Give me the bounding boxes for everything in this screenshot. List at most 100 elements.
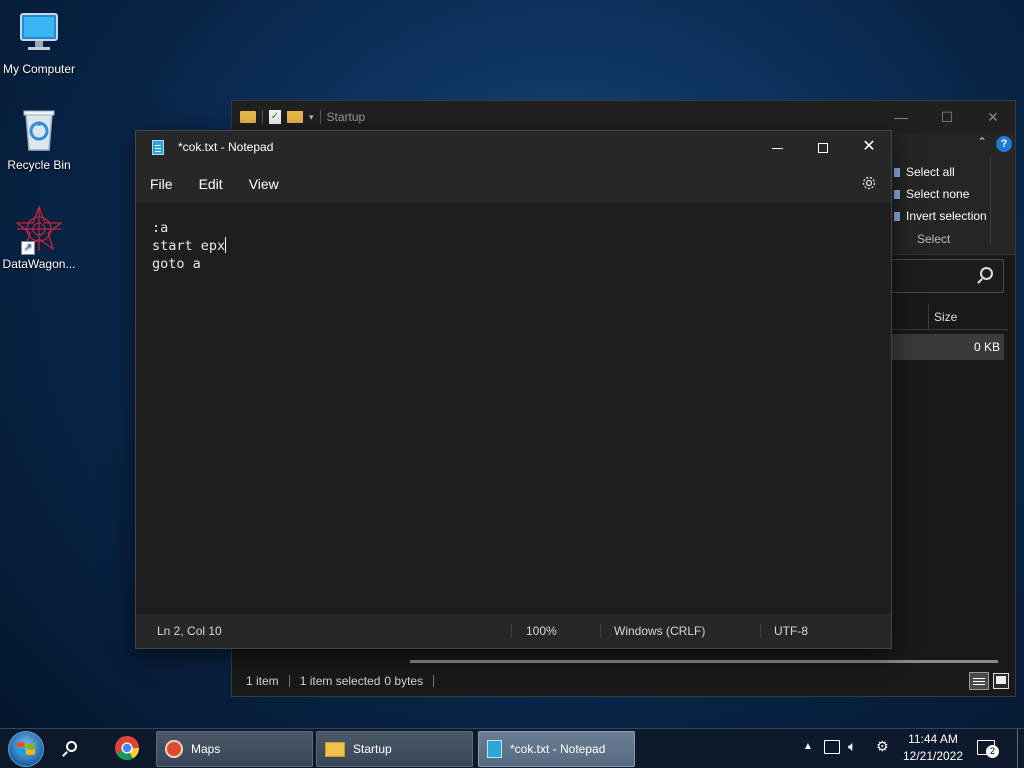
divider — [288, 675, 290, 687]
collapse-ribbon-icon[interactable]: ⌃ — [977, 135, 987, 149]
chrome-taskbar-button[interactable] — [114, 735, 142, 763]
show-hidden-icons-icon[interactable]: ▲ — [803, 741, 813, 752]
table-row[interactable]: 0 KB — [882, 334, 1004, 360]
help-icon[interactable]: ? — [996, 136, 1012, 152]
divider — [600, 624, 601, 638]
editor-line: start epx — [152, 238, 226, 254]
divider — [319, 110, 321, 124]
editor-line-with-caret: start epx — [152, 237, 875, 255]
status-selected-count: 1 item selected — [299, 674, 381, 688]
desktop-icon-label: Recycle Bin — [7, 158, 71, 172]
notepad-icon — [152, 139, 164, 155]
divider — [433, 675, 435, 687]
taskbar-button-label: *cok.txt - Notepad — [510, 742, 606, 756]
quick-access-dropdown-icon[interactable]: ▾ — [309, 112, 314, 123]
invert-selection-icon — [894, 211, 900, 221]
sliders-icon[interactable]: ⚙︎ — [876, 738, 889, 755]
folder-icon — [325, 741, 345, 757]
large-icons-view-icon[interactable] — [993, 673, 1009, 689]
invert-selection-button[interactable]: Invert selection — [894, 209, 987, 223]
file-size-cell: 0 KB — [973, 340, 1000, 354]
start-button[interactable] — [8, 731, 44, 767]
search-input[interactable] — [882, 259, 1004, 293]
action-center-button[interactable]: 2 — [977, 740, 999, 758]
text-editor[interactable]: :a start epx goto a — [136, 203, 891, 614]
taskbar-button-maps[interactable]: Maps — [156, 731, 313, 767]
taskbar: Maps Startup *cok.txt - Notepad ▲ 🔈︎ ⚙︎ … — [0, 728, 1024, 768]
explorer-minimize-button[interactable]: — — [878, 101, 924, 133]
notepad-maximize-button[interactable] — [800, 133, 846, 163]
editor-line: goto a — [152, 256, 201, 272]
ribbon-group-label: Select — [917, 232, 951, 246]
select-none-icon — [894, 189, 900, 199]
taskbar-button-startup[interactable]: Startup — [316, 731, 473, 767]
desktop-icon-recycle-bin[interactable]: Recycle Bin — [0, 106, 78, 172]
line-ending: Windows (CRLF) — [614, 624, 706, 638]
search-icon-handle — [977, 278, 983, 284]
maps-icon — [165, 740, 183, 758]
datawagon-icon: ↗ — [15, 205, 63, 255]
explorer-close-button[interactable]: ✕ — [970, 101, 1016, 133]
notepad-icon — [487, 740, 502, 758]
status-selected-bytes: 0 bytes — [384, 674, 424, 688]
volume-icon[interactable]: 🔈︎ — [848, 738, 856, 755]
select-none-label: Select none — [906, 187, 970, 201]
desktop-icon-label: My Computer — [2, 62, 76, 76]
details-view-icon[interactable] — [969, 672, 989, 690]
horizontal-scrollbar[interactable] — [410, 660, 998, 663]
desktop-icon-datawagon[interactable]: ↗ DataWagon... — [0, 205, 78, 271]
explorer-title: Startup — [326, 110, 366, 124]
settings-icon[interactable] — [860, 174, 878, 192]
clock[interactable]: 11:44 AM 12/21/2022 — [896, 732, 970, 763]
text-caret — [225, 237, 227, 253]
editor-line: :a — [152, 220, 169, 236]
column-header-size[interactable]: Size — [934, 310, 957, 324]
menu-view[interactable]: View — [249, 176, 293, 192]
divider — [990, 157, 991, 245]
taskbar-button-label: Startup — [353, 742, 392, 756]
explorer-status-bar: 1 item 1 item selected 0 bytes — [232, 666, 1015, 696]
new-folder-icon[interactable] — [287, 111, 303, 123]
search-icon — [66, 741, 77, 752]
cursor-position: Ln 2, Col 10 — [157, 624, 222, 638]
shortcut-arrow-icon: ↗ — [21, 241, 35, 255]
notepad-status-bar: Ln 2, Col 10 100% Windows (CRLF) UTF-8 — [136, 614, 891, 648]
status-item-count: 1 item — [246, 674, 279, 688]
select-all-label: Select all — [906, 165, 955, 179]
folder-icon — [240, 111, 256, 123]
notepad-close-button[interactable]: ✕ — [846, 131, 892, 161]
notepad-title: *cok.txt - Notepad — [178, 140, 274, 154]
divider — [928, 304, 929, 330]
search-button[interactable] — [56, 735, 86, 763]
notepad-menubar: File Edit View — [136, 169, 891, 199]
column-header-row: Size — [882, 304, 1008, 330]
divider — [511, 624, 512, 638]
chrome-icon — [115, 736, 139, 761]
taskbar-button-notepad[interactable]: *cok.txt - Notepad — [478, 731, 635, 767]
divider — [760, 624, 761, 638]
select-all-icon — [894, 167, 900, 177]
select-none-button[interactable]: Select none — [894, 187, 969, 201]
network-icon[interactable] — [824, 740, 840, 754]
divider — [262, 110, 263, 124]
desktop-icon-label: DataWagon... — [2, 257, 76, 271]
clock-time: 11:44 AM — [908, 732, 958, 746]
show-desktop-button[interactable] — [1017, 729, 1024, 768]
monitor-icon — [15, 10, 63, 58]
clock-date: 12/21/2022 — [902, 749, 964, 763]
search-icon-handle — [62, 751, 68, 757]
menu-file[interactable]: File — [150, 176, 187, 192]
properties-icon[interactable]: ✓ — [269, 110, 281, 124]
invert-selection-label: Invert selection — [906, 209, 987, 223]
menu-edit[interactable]: Edit — [199, 176, 237, 192]
notepad-window[interactable]: *cok.txt - Notepad ✕ File Edit View :a st… — [135, 130, 892, 649]
explorer-maximize-button[interactable]: ☐ — [924, 101, 970, 133]
recycle-bin-icon — [15, 106, 63, 154]
desktop-icon-my-computer[interactable]: My Computer — [0, 10, 78, 76]
notepad-minimize-button[interactable] — [754, 133, 800, 163]
taskbar-button-label: Maps — [191, 742, 221, 756]
zoom-level: 100% — [526, 624, 557, 638]
windows-logo-icon — [17, 742, 35, 755]
select-all-button[interactable]: Select all — [894, 165, 955, 179]
encoding: UTF-8 — [774, 624, 808, 638]
